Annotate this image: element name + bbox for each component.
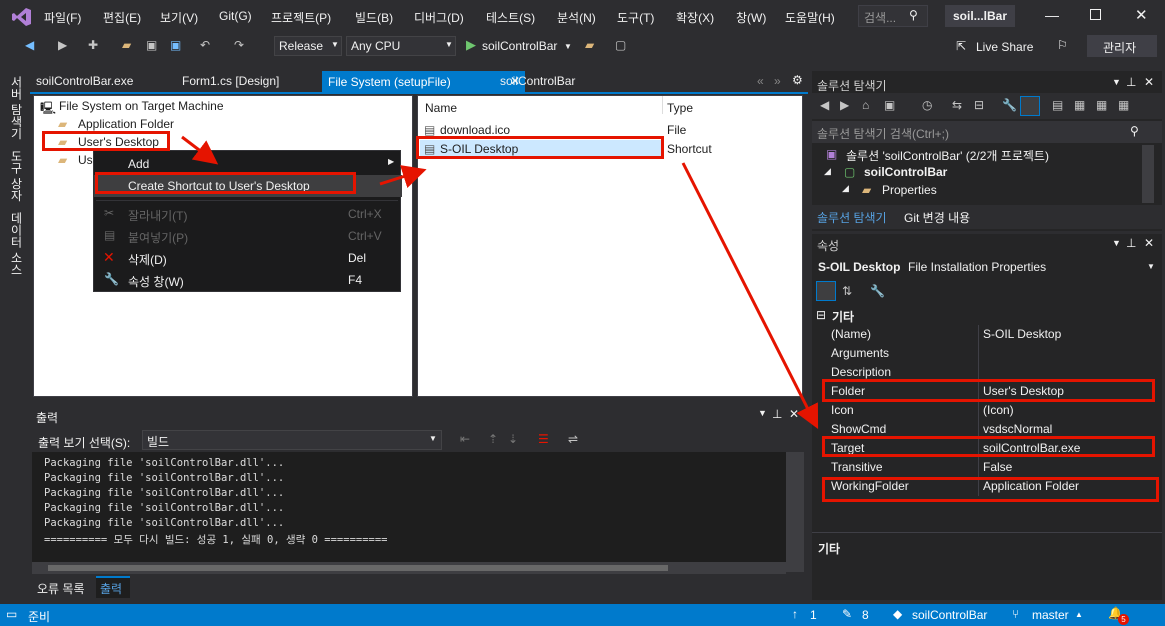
annotation-arrows [181,135,819,430]
status-repo[interactable]: soilControlBar [912,608,987,622]
status-changes-count[interactable]: 8 [862,608,869,622]
status-branch[interactable]: master [1032,608,1069,622]
chevron-up-icon[interactable]: ▲ [1075,610,1083,619]
notification-badge: 5 [1118,614,1129,625]
branch-icon: ⑂ [1012,607,1020,621]
status-unpushed-count[interactable]: 1 [810,608,817,622]
arrow [681,162,819,430]
repo-icon: ◆ [893,607,903,621]
pencil-icon: ✎ [842,607,853,621]
status-ready: 준비 [28,610,51,624]
status-icon: ▭ [6,607,18,621]
arrow-up-icon: ↑ [792,607,798,621]
status-bar: ▭ 준비 ↑ 1 ✎ 8 ◆ soilControlBar ⑂ master ▲… [0,604,1165,626]
arrow [379,165,427,188]
arrow [181,135,219,165]
